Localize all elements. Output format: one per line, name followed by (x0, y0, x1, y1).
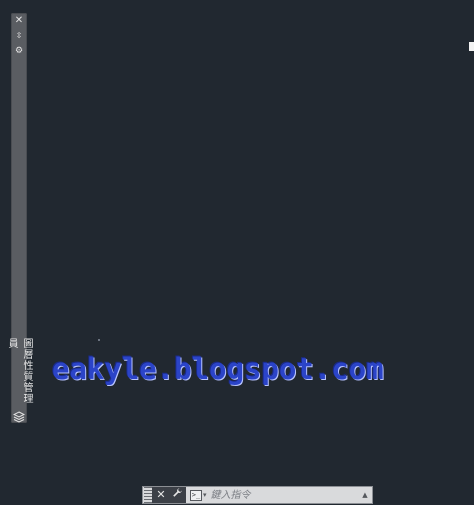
customize-wrench-icon[interactable] (171, 487, 183, 503)
command-line: ✕ >_ ▾ ▲ (142, 486, 373, 504)
palette-close-icon[interactable]: ✕ (14, 16, 24, 26)
command-line-controls: ✕ (152, 487, 186, 503)
layer-properties-palette: ✕ ⇳ ⚙ 圖層性質管理員 (6, 13, 32, 423)
command-line-close-icon[interactable]: ✕ (155, 487, 167, 503)
command-line-grip[interactable] (144, 487, 152, 503)
drawing-canvas[interactable]: ✕ ⇳ ⚙ 圖層性質管理員 eakyle.blogspot.com ✕ >_ ▾… (0, 0, 474, 505)
palette-title: 圖層性質管理員 (6, 338, 32, 404)
palette-autohide-icon[interactable]: ⇳ (14, 31, 24, 41)
cursor-mark (469, 42, 474, 51)
command-history-icon[interactable]: ▲ (360, 491, 370, 499)
watermark-text: eakyle.blogspot.com (52, 352, 384, 386)
command-prompt-icon: >_ (190, 489, 202, 501)
command-input[interactable] (206, 488, 360, 502)
command-prompt-selector[interactable]: >_ ▾ (190, 489, 207, 501)
canvas-dot (98, 339, 100, 341)
layers-icon[interactable] (12, 408, 26, 423)
palette-properties-icon[interactable]: ⚙ (14, 46, 24, 56)
